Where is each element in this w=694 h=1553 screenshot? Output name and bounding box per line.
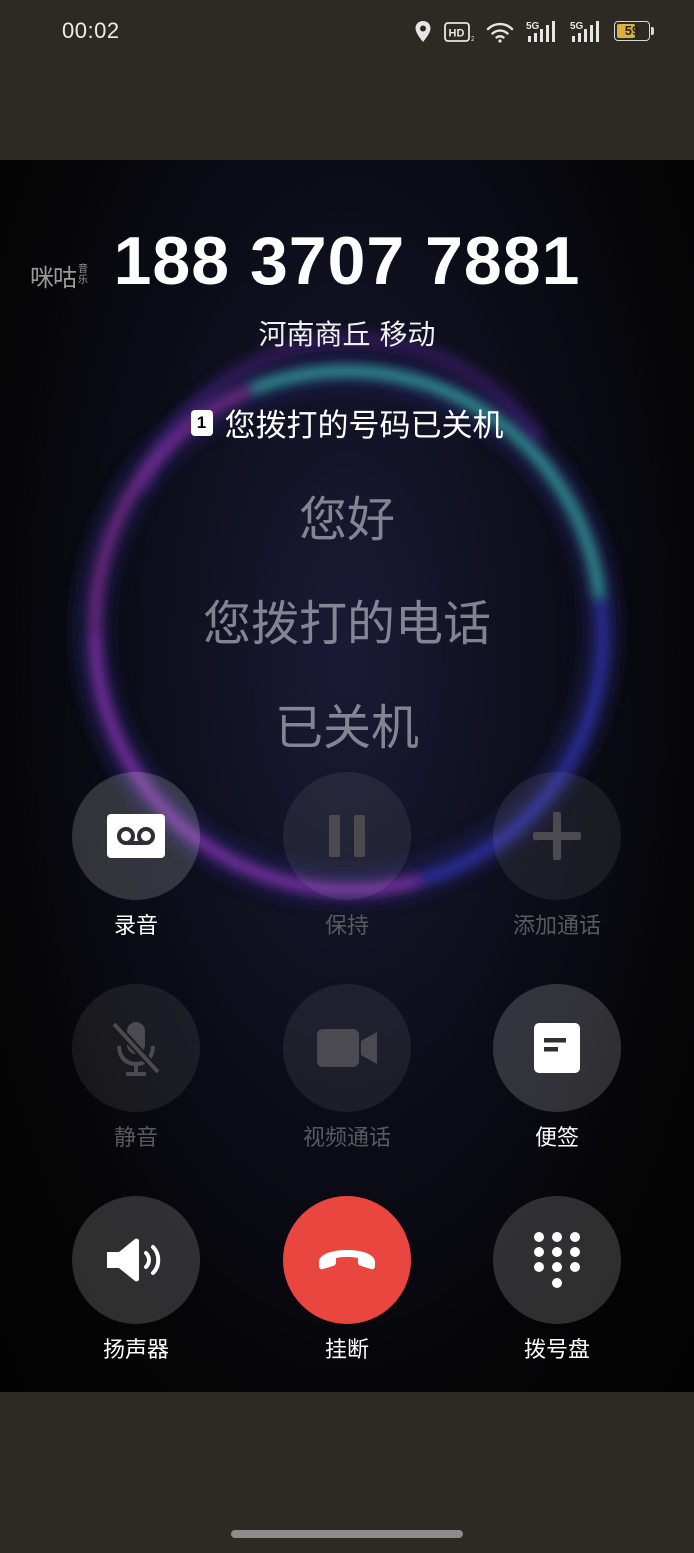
mic-off-icon — [111, 1021, 161, 1076]
pause-icon — [329, 815, 365, 857]
speaker-icon — [107, 1238, 161, 1282]
note-icon — [534, 1023, 580, 1073]
battery-icon: 59 — [614, 21, 654, 43]
battery-level: 59 — [624, 23, 640, 38]
cellular-signal-icon-1: 5G — [526, 21, 555, 42]
add-call-button[interactable]: 添加通话 — [452, 772, 662, 942]
transcript-line: 您拨打的电话 — [202, 596, 491, 652]
hd-badge: HD — [449, 28, 465, 40]
record-button[interactable]: 录音 — [31, 772, 241, 942]
status-bar: 00:02 HD 2 5G 5G 59 — [0, 0, 694, 64]
location-icon — [415, 21, 431, 42]
dialpad-button[interactable]: 拨号盘 — [452, 1196, 662, 1366]
record-icon — [107, 814, 165, 858]
dialpad-icon — [534, 1232, 580, 1288]
notes-button[interactable]: 便签 — [452, 984, 662, 1154]
hangup-button[interactable]: 挂断 — [242, 1196, 452, 1366]
status-icons: HD 2 5G 5G 59 — [414, 18, 654, 46]
phone-number: 188 3707 7881 — [113, 223, 581, 299]
speaker-button[interactable]: 扬声器 — [31, 1196, 241, 1366]
record-label: 录音 — [113, 914, 158, 939]
status-time: 00:02 — [62, 18, 120, 43]
sim-slot-badge: 1 — [190, 409, 213, 436]
end-call-icon — [319, 1250, 375, 1270]
mute-label: 静音 — [113, 1126, 158, 1151]
hd-badge-sub: 2 — [471, 36, 474, 43]
video-call-button[interactable]: 视频通话 — [242, 984, 452, 1154]
network-type-2: 5G — [570, 21, 584, 32]
speaker-label: 扬声器 — [102, 1338, 169, 1363]
cellular-signal-icon-2: 5G — [570, 21, 599, 42]
live-caption: 1 您拨打的号码已关机 — [0, 400, 694, 445]
mute-button[interactable]: 静音 — [31, 984, 241, 1154]
plus-icon — [533, 812, 581, 860]
home-indicator[interactable] — [231, 1530, 463, 1538]
caller-location: 河南商丘 移动 — [258, 318, 436, 351]
live-caption-text: 您拨打的号码已关机 — [224, 408, 504, 444]
wifi-icon — [486, 22, 514, 43]
add-call-label: 添加通话 — [512, 914, 601, 939]
call-screen: 咪咕 音乐 188 3707 7881 河南商丘 移动 1 您拨打的号码已关机 … — [0, 160, 694, 1392]
dialpad-label: 拨号盘 — [523, 1338, 590, 1363]
hd-voice-icon: HD 2 — [444, 22, 474, 43]
network-type-1: 5G — [526, 21, 540, 32]
hangup-label: 挂断 — [324, 1338, 369, 1363]
hold-button[interactable]: 保持 — [242, 772, 452, 942]
video-call-label: 视频通话 — [302, 1126, 391, 1151]
transcript-line: 您好 — [298, 492, 395, 548]
transcript-line: 已关机 — [274, 700, 419, 756]
video-camera-icon — [317, 1029, 377, 1067]
hold-label: 保持 — [324, 914, 369, 939]
notes-label: 便签 — [534, 1126, 579, 1151]
